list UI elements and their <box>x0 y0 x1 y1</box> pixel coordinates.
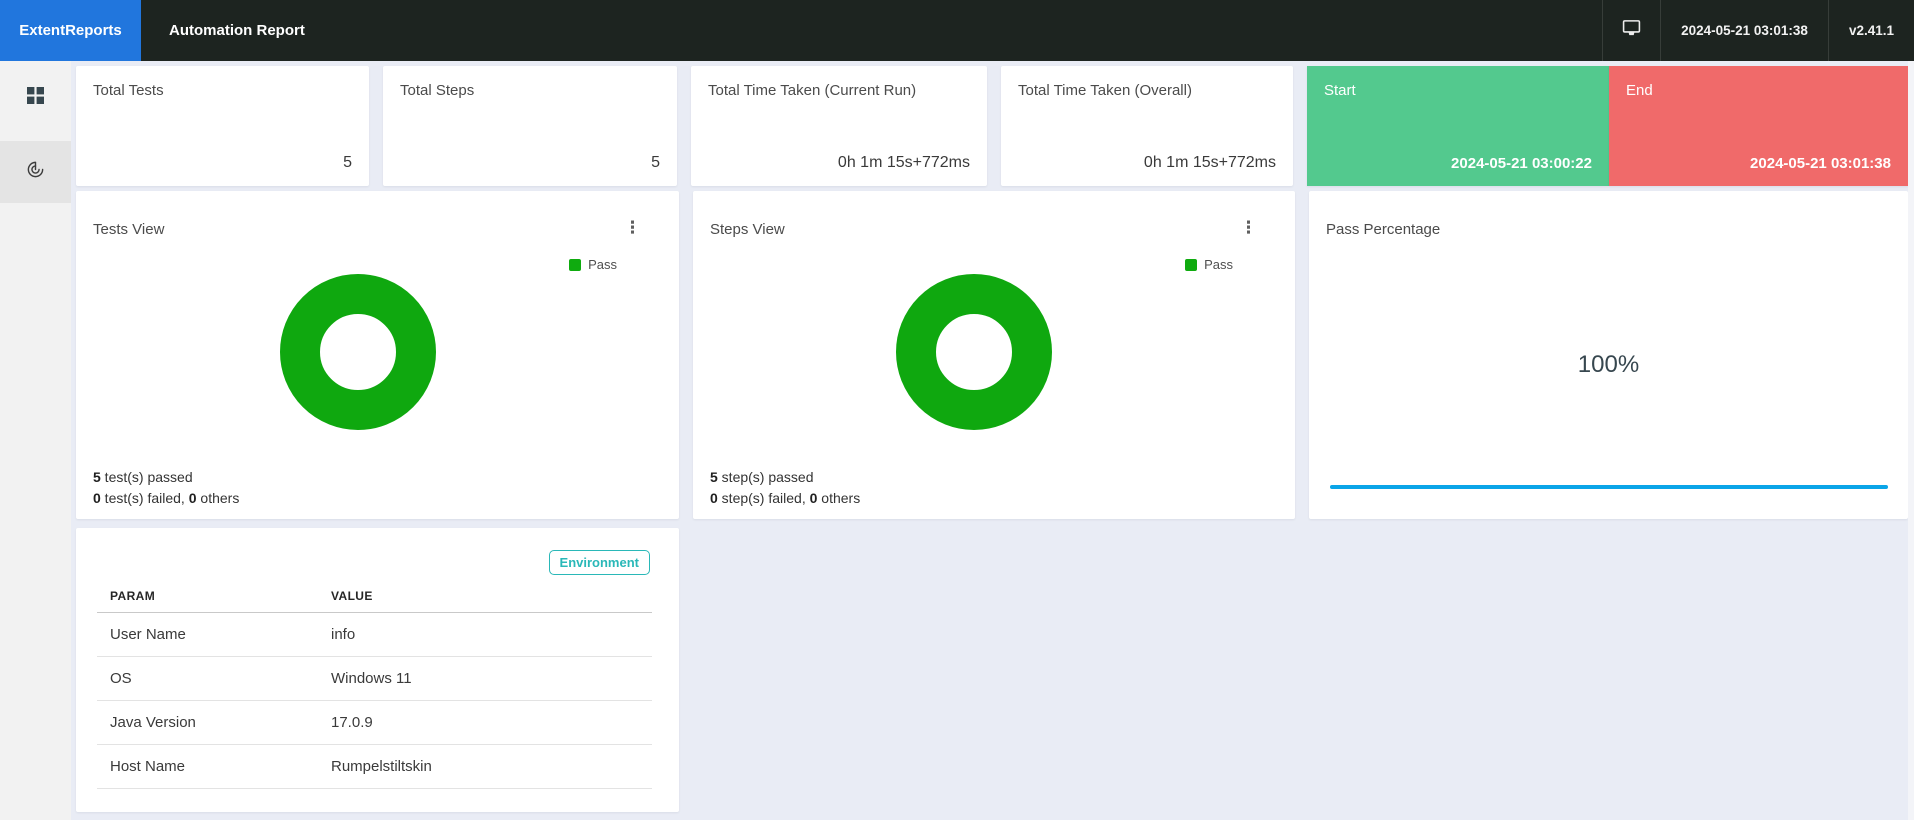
value-cell: Windows 11 <box>318 657 652 701</box>
time-current-run-card: Total Time Taken (Current Run) 0h 1m 15s… <box>691 66 987 186</box>
report-title: Automation Report <box>169 22 305 39</box>
grid-icon <box>27 87 44 109</box>
time-current-run-value: 0h 1m 15s+772ms <box>838 154 970 172</box>
tests-failed-count: 0 <box>93 490 101 506</box>
tests-others-count: 0 <box>189 490 197 506</box>
tests-view-legend: Pass <box>569 257 617 272</box>
value-cell: 17.0.9 <box>318 701 652 745</box>
value-column-header: VALUE <box>318 580 652 613</box>
navbar-right: 2024-05-21 03:01:38 v2.41.1 <box>1602 0 1914 61</box>
tests-summary-text: 5 test(s) passed 0 test(s) failed, 0 oth… <box>93 467 239 509</box>
start-label: Start <box>1324 82 1356 99</box>
steps-donut-chart <box>896 274 1052 430</box>
pass-legend-label: Pass <box>1204 257 1233 272</box>
total-tests-value: 5 <box>343 154 352 172</box>
param-column-header: PARAM <box>97 580 318 613</box>
environment-panel: Environment PARAM VALUE User Name info O… <box>76 528 679 812</box>
table-row: Host Name Rumpelstiltskin <box>97 745 652 789</box>
sidebar <box>0 61 71 820</box>
tests-passed-line: 5 test(s) passed <box>93 467 239 488</box>
monitor-icon <box>1622 19 1641 42</box>
time-current-run-label: Total Time Taken (Current Run) <box>708 82 916 99</box>
steps-passed-line: 5 step(s) passed <box>710 467 860 488</box>
table-row: Java Version 17.0.9 <box>97 701 652 745</box>
scrollbar[interactable] <box>1908 61 1914 820</box>
gauge-icon <box>26 160 45 184</box>
total-steps-card: Total Steps 5 <box>383 66 677 186</box>
end-value: 2024-05-21 03:01:38 <box>1750 155 1891 172</box>
version-badge: v2.41.1 <box>1829 23 1914 38</box>
tests-failed-line: 0 test(s) failed, 0 others <box>93 488 239 509</box>
pass-percentage-value: 100% <box>1309 351 1908 379</box>
tests-donut-chart <box>280 274 436 430</box>
environment-table: PARAM VALUE User Name info OS Windows 11… <box>97 580 652 789</box>
end-label: End <box>1626 82 1653 99</box>
pass-percentage-panel: Pass Percentage 100% <box>1309 191 1908 519</box>
kebab-menu-icon[interactable]: ⋮ <box>620 217 645 238</box>
kebab-menu-icon[interactable]: ⋮ <box>1236 217 1261 238</box>
steps-view-panel: Steps View ⋮ Pass 5 step(s) passed 0 ste… <box>693 191 1295 519</box>
table-row: User Name info <box>97 613 652 657</box>
tests-others-suffix: others <box>197 490 240 506</box>
total-tests-label: Total Tests <box>93 82 164 99</box>
top-navbar: ExtentReports Automation Report 2024-05-… <box>0 0 1914 61</box>
pass-percentage-bar <box>1330 485 1888 489</box>
tests-passed-count: 5 <box>93 469 101 485</box>
report-timestamp: 2024-05-21 03:01:38 <box>1661 23 1828 38</box>
param-cell: User Name <box>97 613 318 657</box>
table-row: OS Windows 11 <box>97 657 652 701</box>
sidebar-item-tests[interactable] <box>0 67 71 129</box>
end-time-card: End 2024-05-21 03:01:38 <box>1609 66 1908 186</box>
tests-view-panel: Tests View ⋮ Pass 5 test(s) passed 0 tes… <box>76 191 679 519</box>
time-overall-label: Total Time Taken (Overall) <box>1018 82 1192 99</box>
steps-summary-text: 5 step(s) passed 0 step(s) failed, 0 oth… <box>710 467 860 509</box>
pass-legend-swatch <box>569 259 581 271</box>
time-overall-value: 0h 1m 15s+772ms <box>1144 154 1276 172</box>
time-overall-card: Total Time Taken (Overall) 0h 1m 15s+772… <box>1001 66 1293 186</box>
steps-view-title: Steps View <box>710 221 785 238</box>
pass-percentage-title: Pass Percentage <box>1326 221 1440 238</box>
display-toggle-button[interactable] <box>1603 0 1660 61</box>
steps-failed-line: 0 step(s) failed, 0 others <box>710 488 860 509</box>
total-steps-value: 5 <box>651 154 660 172</box>
value-cell: Rumpelstiltskin <box>318 745 652 789</box>
steps-passed-suffix: step(s) passed <box>718 469 814 485</box>
brand-link[interactable]: ExtentReports <box>0 0 141 61</box>
value-cell: info <box>318 613 652 657</box>
sidebar-item-dashboard[interactable] <box>0 141 71 203</box>
steps-view-legend: Pass <box>1185 257 1233 272</box>
param-cell: Java Version <box>97 701 318 745</box>
total-steps-label: Total Steps <box>400 82 474 99</box>
environment-badge: Environment <box>549 550 650 575</box>
tests-view-title: Tests View <box>93 221 164 238</box>
param-cell: OS <box>97 657 318 701</box>
param-cell: Host Name <box>97 745 318 789</box>
start-time-card: Start 2024-05-21 03:00:22 <box>1307 66 1609 186</box>
steps-others-suffix: others <box>817 490 860 506</box>
tests-failed-suffix: test(s) failed, <box>101 490 189 506</box>
steps-failed-count: 0 <box>710 490 718 506</box>
steps-passed-count: 5 <box>710 469 718 485</box>
pass-legend-label: Pass <box>588 257 617 272</box>
pass-legend-swatch <box>1185 259 1197 271</box>
tests-passed-suffix: test(s) passed <box>101 469 193 485</box>
total-tests-card: Total Tests 5 <box>76 66 369 186</box>
start-value: 2024-05-21 03:00:22 <box>1451 155 1592 172</box>
steps-failed-suffix: step(s) failed, <box>718 490 810 506</box>
environment-header-row: PARAM VALUE <box>97 580 652 613</box>
